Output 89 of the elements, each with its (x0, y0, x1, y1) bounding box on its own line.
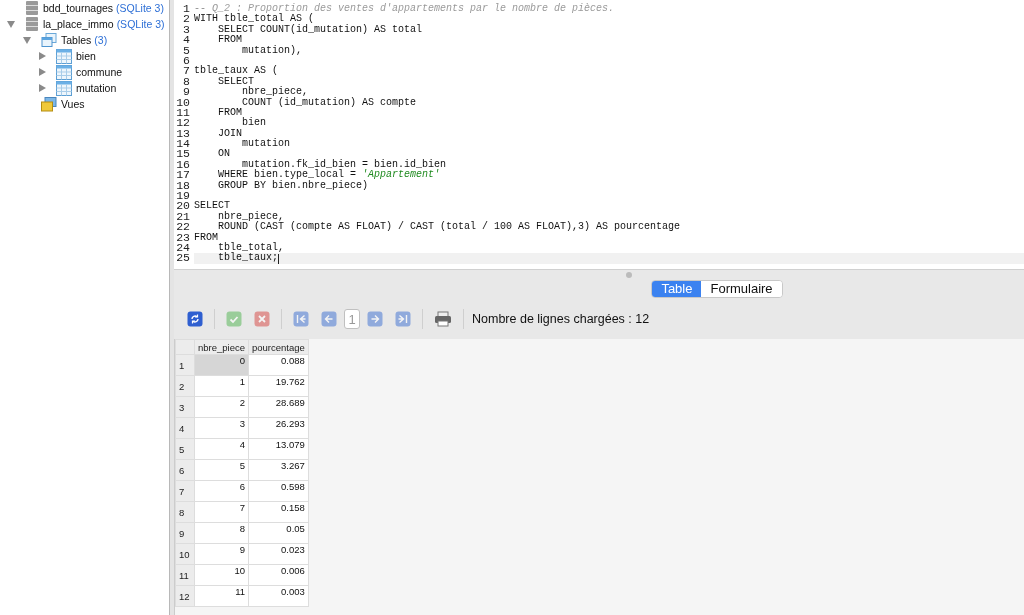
line-number: 18 (175, 180, 190, 192)
collapse-arrow-icon[interactable] (23, 36, 31, 44)
tree-item[interactable]: Vues (61, 98, 85, 110)
code-line: mutation (241, 139, 290, 150)
row-number[interactable]: 7 (175, 480, 195, 502)
splitter-handle[interactable] (626, 272, 632, 278)
code-line: WITH tble_total AS ( (194, 14, 315, 25)
row-number[interactable]: 10 (175, 543, 195, 565)
expand-arrow-icon[interactable] (39, 52, 46, 60)
row-number[interactable]: 5 (175, 438, 195, 460)
row-number[interactable]: 12 (175, 585, 195, 607)
item-count: (SQLite 3) (116, 18, 165, 30)
line-number: 1 (182, 4, 190, 15)
collapse-arrow-icon[interactable] (7, 20, 15, 28)
tables-icon (41, 32, 57, 48)
line-number: 11 (175, 107, 190, 119)
line-number: 9 (182, 87, 190, 98)
code-line: GROUP BY bien.nbre_piece) (217, 180, 369, 192)
line-number: 21 (175, 211, 190, 223)
code-line: ON (217, 149, 230, 160)
table-icon (56, 64, 72, 80)
line-number: 22 (175, 222, 190, 233)
code-line: ROUND (CAST (compte AS FLOAT) / CAST (total / 100 AS FLOAT),3) AS pourcentage (218, 222, 681, 233)
code-line: SELECT COUNT(id_mutation) AS total (217, 24, 423, 35)
table-icon (56, 80, 72, 96)
code-line: nbre_piece, (241, 87, 309, 98)
line-number: 24 (175, 243, 190, 254)
code-line: SELECT (217, 76, 254, 87)
code-line: FROM (217, 107, 242, 119)
row-number[interactable]: 11 (175, 564, 195, 586)
line-number: 8 (182, 76, 190, 88)
code-line: JOIN (217, 128, 242, 140)
row-number[interactable]: 3 (175, 396, 195, 418)
line-number: 6 (182, 55, 190, 67)
tree-item[interactable]: commune (76, 66, 123, 78)
row-number[interactable]: 4 (175, 417, 195, 439)
line-number: 13 (175, 128, 190, 140)
tree-item[interactable]: Tables (61, 34, 92, 46)
line-number: 19 (175, 191, 190, 202)
views-icon (41, 96, 57, 112)
row-number[interactable]: 9 (175, 522, 195, 544)
line-number: 23 (175, 232, 190, 243)
line-number: 5 (182, 45, 190, 56)
text-cursor (278, 253, 279, 264)
line-number: 10 (175, 97, 190, 108)
tree-item[interactable]: la_place_immo (43, 18, 114, 30)
code-line: SELECT (194, 201, 230, 212)
row-number[interactable]: 6 (175, 459, 195, 481)
line-number: 7 (182, 66, 190, 77)
view-tab[interactable]: Table (652, 281, 702, 297)
database-icon (25, 0, 39, 16)
line-number: 17 (175, 170, 190, 181)
refresh-icon[interactable] (187, 311, 203, 327)
tree-item[interactable]: mutation (76, 82, 117, 94)
line-number: 15 (175, 149, 190, 160)
code-line: mutation.fk_id_bien = bien.id_bien (241, 159, 447, 170)
line-number: 2 (182, 14, 190, 25)
line-number: 3 (182, 24, 190, 36)
row-number[interactable]: 1 (175, 354, 195, 376)
table-icon (56, 48, 72, 64)
item-count: (3) (94, 34, 108, 46)
database-icon (25, 16, 39, 32)
code-line: tble_taux AS ( (194, 66, 278, 77)
code-line: tble_taux; (217, 253, 278, 264)
printer-icon[interactable] (434, 311, 452, 327)
code-line: nbre_piece, (217, 211, 284, 222)
expand-arrow-icon[interactable] (39, 68, 46, 76)
line-number: 14 (175, 139, 190, 150)
row-number[interactable]: 2 (175, 375, 195, 397)
row-number[interactable]: 8 (175, 501, 195, 523)
code-line: FROM (194, 232, 218, 243)
line-number: 4 (182, 35, 190, 46)
code-line: mutation), (241, 45, 303, 56)
tree-item[interactable]: bien (76, 50, 96, 62)
code-line: tble_total, (217, 243, 284, 253)
column-header[interactable]: pourcentage (248, 339, 309, 355)
tree-item[interactable]: bdd_tournages (43, 2, 114, 14)
item-count: (SQLite 3) (116, 2, 164, 14)
code-line: bien (242, 118, 266, 129)
line-number: 12 (175, 118, 190, 129)
line-number: 20 (175, 201, 190, 212)
column-header[interactable]: nbre_piece (194, 339, 249, 355)
code-line: COUNT (id_mutation) AS compte (242, 97, 417, 108)
code-line: FROM (217, 35, 242, 46)
line-number: 16 (175, 159, 190, 171)
code-line: WHERE bien.type_local = 'Appartement' (217, 170, 441, 181)
line-number: 25 (175, 253, 190, 264)
row-count: Nombre de lignes chargées : 12 (472, 312, 650, 326)
code-editor[interactable] (174, 0, 1024, 270)
